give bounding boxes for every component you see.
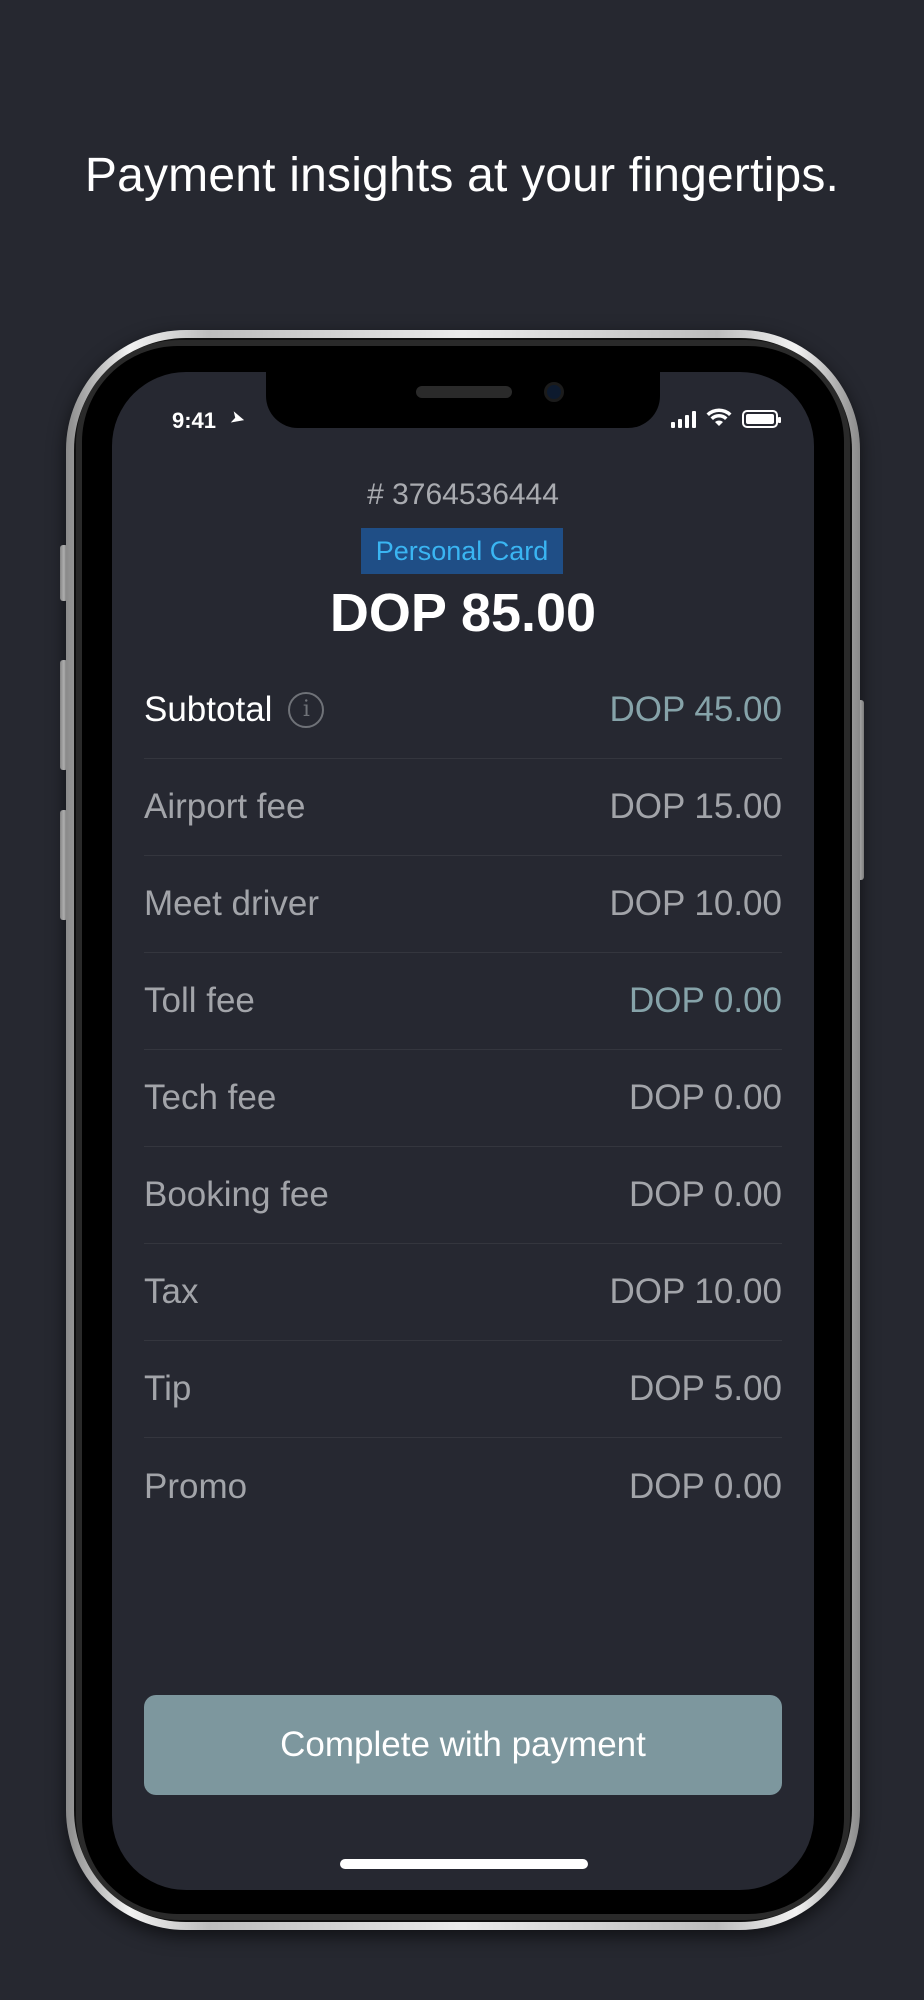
status-time: 9:41 [172,408,217,433]
row-label: Meet driver [144,884,320,923]
list-item-tech-fee: Tech fee DOP 0.00 [144,1050,782,1147]
row-value: DOP 10.00 [609,884,782,923]
location-arrow-icon: ➤ [227,406,248,430]
row-value: DOP 10.00 [609,1272,782,1311]
row-label: Subtotal [144,690,273,729]
row-value: DOP 0.00 [628,1175,782,1214]
row-label: Airport fee [144,787,306,826]
order-number: # 3764536444 [367,478,559,511]
list-item-toll-fee: Toll fee DOP 0.00 [144,953,782,1050]
cellular-signal-icon [671,410,696,428]
row-value: DOP 0.00 [628,1078,782,1117]
row-value: DOP 0.00 [628,1466,782,1506]
list-item-tip: Tip DOP 5.00 [144,1341,782,1438]
row-value: DOP 0.00 [628,981,782,1020]
phone-notch [266,372,660,428]
page-headline: Payment insights at your fingertips. [84,149,840,202]
fare-breakdown-list: Subtotal i DOP 45.00 Airport fee DOP 15.… [144,662,782,1535]
row-label: Tip [144,1369,192,1408]
list-item-airport-fee: Airport fee DOP 15.00 [144,759,782,856]
list-item-subtotal: Subtotal i DOP 45.00 [144,662,782,759]
earpiece-speaker [416,386,512,398]
battery-icon [742,410,781,428]
row-label: Booking fee [144,1175,329,1214]
phone-screen: 9:41 ➤ # 3764536444 Personal Card DOP 85… [112,372,814,1890]
info-icon[interactable]: i [288,692,325,728]
row-value: DOP 5.00 [628,1369,782,1408]
row-value: DOP 45.00 [609,690,782,729]
complete-payment-button[interactable]: Complete with payment [144,1695,782,1795]
order-total: DOP 85.00 [329,583,597,643]
row-value: DOP 15.00 [609,787,782,826]
wifi-icon [706,408,732,428]
row-label: Promo [144,1466,248,1506]
list-item-tax: Tax DOP 10.00 [144,1244,782,1341]
list-item-booking-fee: Booking fee DOP 0.00 [144,1147,782,1244]
row-label: Tech fee [144,1078,277,1117]
list-item-meet-driver: Meet driver DOP 10.00 [144,856,782,953]
row-label: Toll fee [144,981,255,1020]
list-item-promo: Promo DOP 0.00 [144,1438,782,1535]
row-label: Tax [144,1272,199,1311]
status-indicators [671,408,781,428]
home-indicator[interactable] [340,1859,588,1869]
front-camera [544,382,564,402]
payment-type-badge[interactable]: Personal Card [361,528,563,574]
